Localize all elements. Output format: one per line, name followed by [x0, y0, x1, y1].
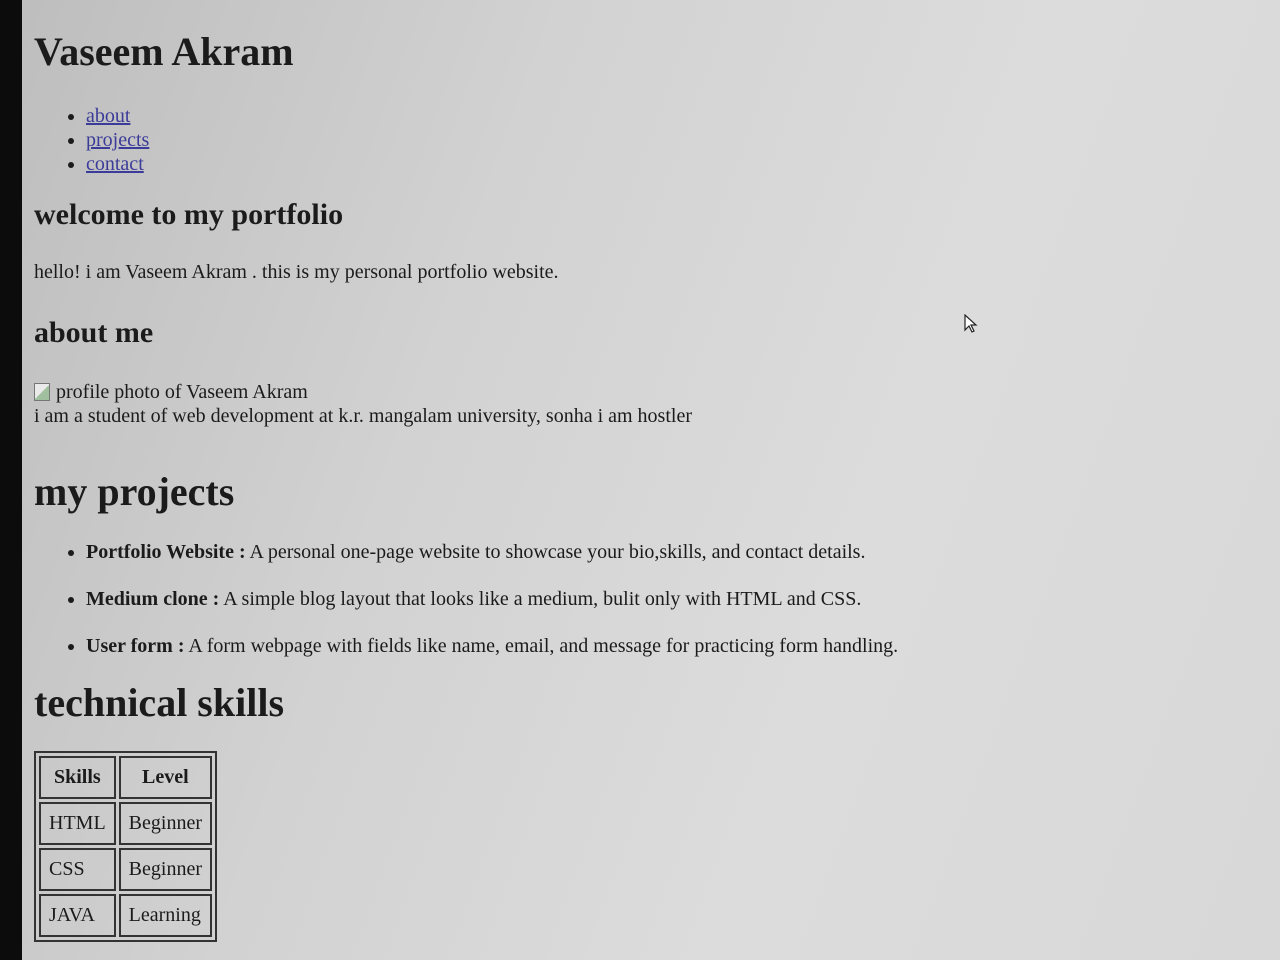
project-title: User form : [86, 635, 185, 657]
table-row: CSS Beginner [39, 848, 212, 891]
nav-link-projects[interactable]: projects [86, 129, 149, 151]
skill-cell: JAVA [39, 894, 116, 937]
project-item: User form : A form webpage with fields l… [86, 634, 1254, 658]
level-cell: Beginner [118, 848, 212, 891]
skills-table: Skills Level HTML Beginner CSS Beginner … [34, 751, 217, 942]
table-row: JAVA Learning [39, 894, 212, 937]
nav-item-contact: contact [86, 152, 1254, 176]
project-desc: A simple blog layout that looks like a m… [219, 588, 862, 610]
profile-image: profile photo of Vaseem Akram [34, 380, 1254, 404]
mouse-pointer-icon [964, 314, 978, 333]
level-cell: Beginner [118, 802, 212, 845]
site-title: Vaseem Akram [34, 29, 294, 74]
welcome-text: hello! i am Vaseem Akram . this is my pe… [34, 261, 559, 283]
skill-cell: HTML [39, 802, 116, 845]
projects-list: Portfolio Website : A personal one-page … [34, 540, 1254, 658]
project-title: Portfolio Website : [86, 541, 246, 563]
nav-link-about[interactable]: about [86, 105, 130, 127]
skill-cell: CSS [39, 848, 116, 891]
project-title: Medium clone : [86, 588, 220, 610]
about-heading: about me [34, 316, 154, 349]
broken-image-icon [34, 383, 50, 401]
about-text: i am a student of web development at k.r… [34, 405, 692, 427]
project-desc: A personal one-page website to showcase … [245, 541, 866, 563]
nav-list: about projects contact [34, 104, 1254, 176]
column-header: Level [118, 756, 212, 799]
nav-item-projects: projects [86, 128, 1254, 152]
level-cell: Learning [118, 894, 212, 937]
projects-heading: my projects [34, 469, 235, 514]
portfolio-page: Vaseem Akram about projects contact welc… [34, 0, 1254, 942]
project-item: Medium clone : A simple blog layout that… [86, 587, 1254, 611]
screen-bezel [0, 0, 22, 960]
table-header-row: Skills Level [39, 756, 212, 799]
project-item: Portfolio Website : A personal one-page … [86, 540, 1254, 564]
nav-item-about: about [86, 104, 1254, 128]
nav-link-contact[interactable]: contact [86, 153, 144, 175]
column-header: Skills [39, 756, 116, 799]
project-desc: A form webpage with fields like name, em… [184, 635, 899, 657]
table-row: HTML Beginner [39, 802, 212, 845]
welcome-heading: welcome to my portfolio [34, 198, 344, 231]
skills-heading: technical skills [34, 680, 285, 725]
profile-image-alt: profile photo of Vaseem Akram [56, 381, 308, 403]
